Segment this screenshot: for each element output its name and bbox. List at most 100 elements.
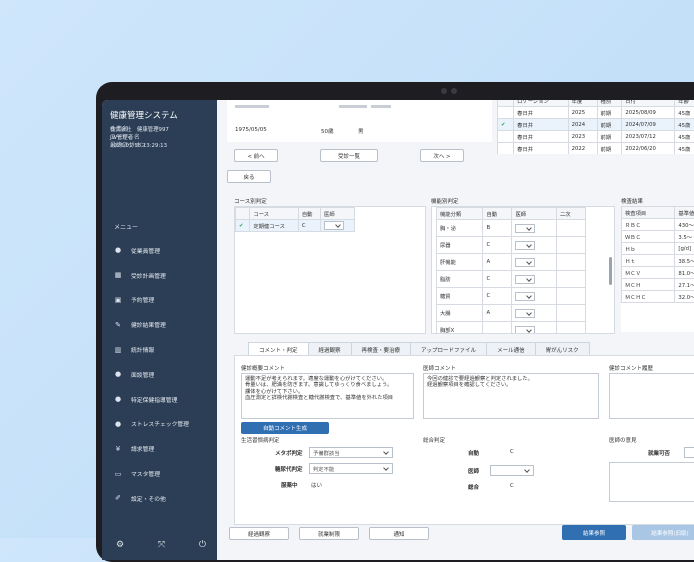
expand-icon[interactable]: ⤧ [158, 540, 165, 550]
function-auto: A [483, 305, 512, 322]
menu-item[interactable]: ✎健診結果管理 [102, 312, 217, 337]
menu-item[interactable]: ▭マスタ管理 [102, 461, 217, 486]
work-select[interactable] [684, 447, 694, 458]
function-doctor-select[interactable] [515, 292, 535, 301]
sidebar: 健康管理システム 企業名 株式会社 健康管理997 ユーザー名 JW管理者 最終… [102, 100, 217, 560]
history-cell-age: 45歳 [675, 131, 694, 143]
exam-item: Ｈｂ [622, 243, 675, 255]
function-doctor-cell [512, 220, 556, 237]
course-header-cell: 自動 [298, 208, 320, 220]
exam-row: ＷＢＣ3.5～ [622, 231, 694, 243]
overall-doctor-select[interactable] [490, 465, 534, 476]
power-icon[interactable]: ⏻ [199, 540, 206, 550]
function-secondary [556, 254, 585, 271]
function-doctor-select[interactable] [515, 309, 535, 318]
birthdate: 1975/05/05 [235, 127, 267, 133]
menu-item-label: 統計情報 [131, 345, 154, 354]
clipboard-icon: ✎ [113, 320, 123, 329]
history-cell-kind: 前期 [597, 131, 622, 143]
bar-chart-icon: ▥ [113, 345, 123, 354]
footer-restriction-button[interactable]: 就業制限 [299, 527, 359, 540]
function-doctor-select[interactable] [515, 326, 535, 335]
function-doctor-select[interactable] [515, 241, 535, 250]
sex: 男 [358, 127, 364, 135]
menu-item[interactable]: ▣予約管理 [102, 288, 217, 313]
function-doctor-select[interactable] [515, 258, 535, 267]
doctor-comment-textarea[interactable]: 今回の健診で要経過観察と判定されました。 経過観察項目を確認してください。 [423, 373, 599, 419]
history-row[interactable]: 春日井2023前期2023/07/1245歳定期 [498, 131, 694, 143]
function-name: 尿器 [437, 237, 483, 254]
function-row: 大腸A [437, 305, 586, 322]
history-cell-age: 45歳 [675, 119, 694, 131]
tab-item[interactable]: コメント・判定 [248, 342, 309, 356]
exam-header-row: 検査項目基準値 [622, 207, 694, 219]
course-doctor-select[interactable] [324, 221, 344, 230]
course-doctor-cell [321, 220, 355, 232]
function-secondary [556, 220, 585, 237]
auto-comment-textarea[interactable]: 運動不足が考えられます。適度な運動を心がけてください。 骨量いは、肥満を防ぎます… [241, 373, 414, 419]
function-header-row: 機能分類自動医師二次 [437, 208, 586, 220]
function-header-cell: 医師 [512, 208, 556, 220]
back-button[interactable]: 戻る [227, 170, 271, 183]
function-doctor-select[interactable] [515, 224, 535, 233]
footer-notice-button[interactable]: 通知 [369, 527, 429, 540]
menu-item[interactable]: ●面談管理 [102, 362, 217, 387]
course-header-cell: コース [250, 208, 298, 220]
prev-button[interactable]: < 前へ [234, 149, 278, 162]
function-secondary [556, 322, 585, 335]
footer-followup-button[interactable]: 経過観察 [229, 527, 289, 540]
overall-doctor-label: 医師 [468, 467, 479, 475]
function-auto: B [483, 220, 512, 237]
menu-item[interactable]: ✐設定・その他 [102, 486, 217, 511]
tab-item[interactable]: 再検査・要治療 [351, 342, 412, 356]
opinion-textarea[interactable] [609, 462, 694, 502]
history-row[interactable]: 春日井2025前期2025/08/0945歳定期 [498, 107, 694, 119]
exam-item: ＷＢＣ [622, 231, 675, 243]
carbs-select[interactable]: 判定不能 [309, 463, 393, 474]
menu-item-label: ストレスチェック管理 [131, 419, 189, 428]
function-scrollbar[interactable] [609, 257, 612, 285]
overall-grade-value: C [510, 483, 514, 489]
menu-item[interactable]: ¥請求管理 [102, 436, 217, 461]
lifestyle-title: 生活習慣病判定 [241, 436, 280, 444]
tab-item[interactable]: 経過観察 [308, 342, 352, 356]
work-label: 就業可否 [648, 449, 670, 457]
gear-icon[interactable]: ⚙ [116, 540, 124, 550]
metabo-select[interactable]: 予備群該当 [309, 447, 393, 458]
overall-auto-value: C [510, 449, 514, 455]
next-button[interactable]: 次へ > [420, 149, 464, 162]
function-name: 胸部X [437, 322, 483, 335]
menu-item[interactable]: ●特定保健指導管理 [102, 387, 217, 412]
menu-item[interactable]: ●ストレスチェック管理 [102, 412, 217, 437]
exam-list-button[interactable]: 受診一覧 [320, 149, 378, 162]
function-table: 機能分類自動医師二次 胸・泌B尿器C肝機能A脂肪C糖質C大腸A胸部X [436, 207, 586, 334]
menu-item-label: マスタ管理 [131, 469, 160, 478]
history-row[interactable]: ✔春日井2024前期2024/07/0945歳定期 [498, 119, 694, 131]
camera [433, 87, 465, 95]
menu-item-label: 設定・その他 [131, 494, 166, 503]
tab-item[interactable]: メール通信 [486, 342, 536, 356]
function-auto: C [483, 271, 512, 288]
menu-item[interactable]: ●従業員管理 [102, 238, 217, 263]
auto-comment-title: 健診概要コメント [241, 364, 285, 372]
history-cell-check [498, 131, 514, 143]
history-row[interactable]: 春日井2022前期2022/06/2045歳定期 [498, 143, 694, 155]
function-doctor-select[interactable] [515, 275, 535, 284]
function-auto: C [483, 288, 512, 305]
history-cell-date: 2023/07/12 [622, 131, 675, 143]
history-cell-loc: 春日井 [514, 143, 569, 155]
exam-item: ＭＣＨ [622, 279, 675, 291]
doctor-comment-title: 医師コメント [423, 364, 456, 372]
menu-item[interactable]: ▥ 統計情報 [102, 337, 217, 362]
menu-item[interactable]: ▦受診計画管理 [102, 263, 217, 288]
user-group-icon: ● [113, 395, 123, 404]
tab-item[interactable]: 胃がんリスク [535, 342, 590, 356]
exam-row: ＭＣＨ27.1～ [622, 279, 694, 291]
course-row[interactable]: ✔定期健コースC [236, 220, 355, 232]
course-table: コース自動医師 ✔定期健コースC [235, 207, 355, 232]
exam-table: 検査項目基準値 ＲＢＣ430～ＷＢＣ3.5～Ｈｂ[g/d]Ｈｔ38.5～ＭＣＶ8… [621, 206, 694, 303]
tab-item[interactable]: アップロードファイル [410, 342, 487, 356]
comment-history-title: 健診コメント履歴 [609, 364, 653, 372]
user-info: 企業名 株式会社 健康管理997 ユーザー名 JW管理者 最終ログイン 2026… [110, 126, 169, 151]
auto-comment-button[interactable]: 自動コメント生成 [241, 422, 329, 434]
